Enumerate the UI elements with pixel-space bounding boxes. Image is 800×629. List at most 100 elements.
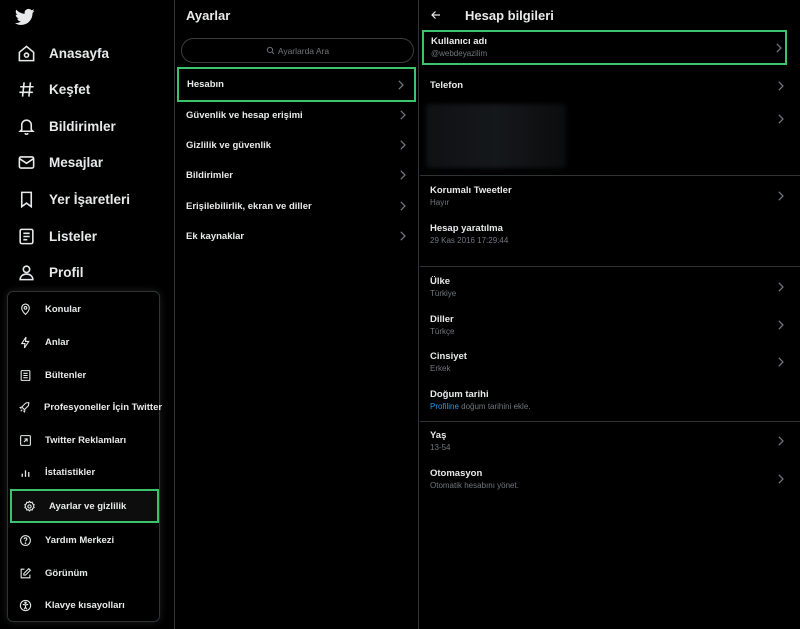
menu-item-help-center[interactable]: Yardım Merkezi bbox=[8, 524, 159, 556]
row-title: Yaş bbox=[430, 429, 447, 441]
topic-pin-icon bbox=[18, 302, 32, 316]
settings-item-account[interactable]: Hesabın bbox=[177, 67, 416, 102]
settings-item-privacy[interactable]: Gizlilik ve güvenlik bbox=[175, 130, 418, 160]
menu-item-label: Klavye kısayolları bbox=[45, 599, 125, 611]
back-arrow-icon[interactable] bbox=[430, 9, 442, 21]
settings-item-label: Bildirimler bbox=[186, 169, 233, 181]
nav-item-label: Listeler bbox=[49, 228, 98, 244]
row-title: Hesap yaratılma bbox=[430, 222, 503, 234]
row-value: Türkiye bbox=[430, 288, 457, 298]
row-value: @webdeyazilim bbox=[431, 49, 488, 58]
help-icon bbox=[18, 533, 32, 547]
rocket-icon bbox=[18, 400, 31, 414]
settings-item-label: Erişilebilirlik, ekran ve diller bbox=[186, 200, 312, 212]
chevron-right-icon bbox=[777, 191, 784, 201]
settings-item-accessibility[interactable]: Erişilebilirlik, ekran ve diller bbox=[175, 191, 418, 221]
row-age[interactable]: Yaş 13-54 bbox=[420, 425, 800, 457]
chevron-right-icon bbox=[775, 42, 782, 53]
menu-item-display[interactable]: Görünüm bbox=[8, 557, 159, 589]
account-info-column: Hesap bilgileri Kullanıcı adı @webdeyazi… bbox=[420, 0, 800, 629]
ads-arrow-icon bbox=[18, 433, 32, 447]
row-value: Erkek bbox=[430, 363, 451, 373]
row-title: Otomasyon bbox=[430, 467, 483, 479]
twitter-logo-icon[interactable] bbox=[14, 7, 36, 27]
row-value-rest: doğum tarihini ekle. bbox=[458, 401, 531, 411]
nav-item-messages[interactable]: Mesajlar bbox=[8, 145, 103, 179]
chevron-right-icon bbox=[777, 357, 784, 367]
row-title: Doğum tarihi bbox=[430, 388, 489, 400]
row-phone[interactable]: Telefon bbox=[420, 70, 800, 102]
newsletter-icon bbox=[18, 368, 32, 382]
nav-item-label: Profil bbox=[49, 264, 84, 280]
chevron-right-icon bbox=[399, 110, 406, 120]
nav-item-notifications[interactable]: Bildirimler bbox=[8, 109, 116, 143]
row-automation[interactable]: Otomasyon Otomatik hesabını yönet. bbox=[420, 463, 800, 495]
nav-item-profile[interactable]: Profil bbox=[8, 255, 84, 289]
hashtag-icon bbox=[16, 79, 36, 99]
list-icon bbox=[16, 226, 36, 246]
row-country[interactable]: Ülke Türkiye bbox=[420, 271, 800, 303]
redacted-area bbox=[426, 104, 566, 168]
settings-item-label: Hesabın bbox=[187, 79, 224, 90]
search-icon bbox=[266, 46, 275, 55]
nav-item-label: Anasayfa bbox=[49, 45, 110, 61]
settings-item-additional-resources[interactable]: Ek kaynaklar bbox=[175, 221, 418, 251]
edit-icon bbox=[18, 566, 32, 580]
nav-item-lists[interactable]: Listeler bbox=[8, 219, 97, 253]
lightning-icon bbox=[18, 335, 32, 349]
menu-item-label: Twitter Reklamları bbox=[45, 434, 127, 446]
nav-item-bookmarks[interactable]: Yer İşaretleri bbox=[8, 182, 130, 216]
search-placeholder: Ayarlarda Ara bbox=[277, 45, 330, 56]
row-protected-tweets[interactable]: Korumalı Tweetler Hayır bbox=[420, 180, 800, 212]
section-divider bbox=[420, 421, 800, 422]
menu-item-topics[interactable]: Konular bbox=[8, 293, 159, 325]
menu-item-label: Profesyoneller İçin Twitter bbox=[44, 401, 163, 413]
menu-item-analytics[interactable]: İstatistikler bbox=[8, 456, 159, 488]
row-gender[interactable]: Cinsiyet Erkek bbox=[420, 346, 800, 378]
menu-item-label: İstatistikler bbox=[45, 466, 96, 478]
menu-item-ads[interactable]: Twitter Reklamları bbox=[8, 424, 159, 456]
settings-item-security[interactable]: Güvenlik ve hesap erişimi bbox=[175, 100, 418, 130]
menu-item-professionals[interactable]: Profesyoneller İçin Twitter bbox=[8, 391, 163, 423]
gear-icon bbox=[22, 499, 36, 513]
menu-item-newsletters[interactable]: Bültenler bbox=[8, 359, 159, 391]
row-title: Ülke bbox=[430, 275, 451, 287]
row-value: 29 Kas 2016 17:29:44 bbox=[430, 235, 509, 245]
profile-link[interactable]: Profiline bbox=[430, 402, 459, 411]
settings-item-notifications[interactable]: Bildirimler bbox=[175, 160, 418, 190]
row-title: Telefon bbox=[430, 80, 464, 91]
chevron-right-icon bbox=[399, 140, 406, 150]
chevron-right-icon bbox=[399, 201, 406, 211]
row-title: Cinsiyet bbox=[430, 350, 467, 362]
primary-nav: Anasayfa Keşfet Bildirimler Mesajlar Yer… bbox=[0, 0, 174, 629]
nav-item-explore[interactable]: Keşfet bbox=[8, 72, 90, 106]
bar-chart-icon bbox=[18, 465, 32, 479]
chevron-right-icon bbox=[399, 170, 406, 180]
bell-icon bbox=[16, 116, 36, 136]
settings-item-label: Güvenlik ve hesap erişimi bbox=[186, 109, 303, 121]
row-birthday: Doğum tarihi Profiline doğum tarihini ek… bbox=[420, 384, 800, 416]
settings-search-input[interactable]: Ayarlarda Ara bbox=[181, 38, 414, 63]
row-redacted-email[interactable] bbox=[420, 102, 800, 168]
more-menu-popup: Konular Anlar Bültenler Profesyoneller İ… bbox=[7, 291, 163, 622]
chevron-right-icon bbox=[397, 79, 404, 90]
section-divider bbox=[420, 175, 800, 176]
settings-column: Ayarlar Ayarlarda Ara Hesabın Güvenlik v… bbox=[174, 0, 419, 629]
menu-item-label: Yardım Merkezi bbox=[45, 534, 115, 546]
menu-item-label: Anlar bbox=[45, 336, 70, 348]
nav-item-label: Yer İşaretleri bbox=[49, 191, 131, 207]
row-username[interactable]: Kullanıcı adı @webdeyazilim bbox=[422, 30, 787, 65]
menu-item-keyboard-shortcuts[interactable]: Klavye kısayolları bbox=[8, 589, 159, 621]
menu-item-settings-privacy[interactable]: Ayarlar ve gizlilik bbox=[10, 489, 159, 523]
row-title: Korumalı Tweetler bbox=[430, 184, 512, 196]
menu-item-moments[interactable]: Anlar bbox=[8, 326, 159, 358]
nav-item-label: Bildirimler bbox=[49, 118, 116, 134]
settings-item-label: Gizlilik ve güvenlik bbox=[186, 139, 272, 151]
nav-item-home[interactable]: Anasayfa bbox=[8, 36, 109, 70]
menu-item-label: Ayarlar ve gizlilik bbox=[49, 500, 127, 512]
chevron-right-icon bbox=[777, 114, 784, 124]
row-value: Türkçe bbox=[430, 326, 455, 336]
row-account-created: Hesap yaratılma 29 Kas 2016 17:29:44 bbox=[420, 218, 800, 250]
row-languages[interactable]: Diller Türkçe bbox=[420, 309, 800, 341]
section-divider bbox=[420, 266, 800, 267]
